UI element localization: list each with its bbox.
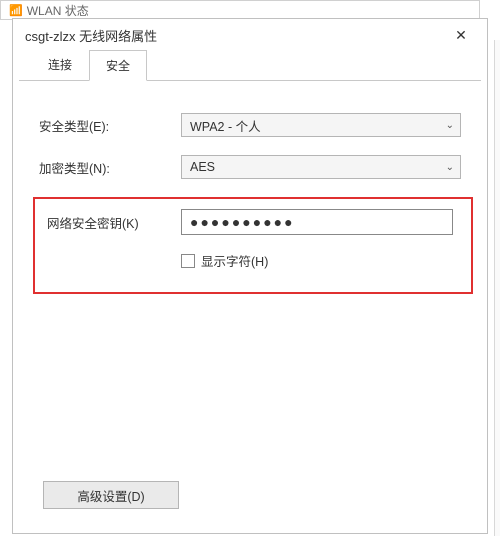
tab-strip: 连接 安全 bbox=[19, 51, 481, 81]
advanced-settings-button[interactable]: 高级设置(D) bbox=[43, 481, 179, 509]
right-margin bbox=[494, 40, 500, 536]
label-encryption-type: 加密类型(N): bbox=[39, 158, 181, 177]
parent-window-titlebar: 📶 WLAN 状态 bbox=[0, 0, 480, 20]
chevron-down-icon: ⌄ bbox=[446, 120, 454, 131]
parent-window-title: WLAN 状态 bbox=[27, 2, 89, 19]
tab-security[interactable]: 安全 bbox=[89, 50, 147, 81]
row-encryption-type: 加密类型(N): AES ⌄ bbox=[39, 155, 461, 179]
close-icon: ✕ bbox=[455, 27, 467, 44]
tab-content: 安全类型(E): WPA2 - 个人 ⌄ 加密类型(N): AES ⌄ 网络安全… bbox=[13, 81, 487, 304]
dropdown-value: WPA2 - 个人 bbox=[190, 116, 261, 135]
properties-dialog: csgt-zlzx 无线网络属性 ✕ 连接 安全 安全类型(E): WPA2 -… bbox=[12, 18, 488, 534]
input-network-key[interactable]: ●●●●●●●●●● bbox=[181, 209, 453, 235]
dialog-titlebar: csgt-zlzx 无线网络属性 ✕ bbox=[13, 19, 487, 51]
dialog-title: csgt-zlzx 无线网络属性 bbox=[25, 26, 157, 45]
close-button[interactable]: ✕ bbox=[443, 21, 479, 49]
row-security-type: 安全类型(E): WPA2 - 个人 ⌄ bbox=[39, 113, 461, 137]
label-network-key: 网络安全密钥(K) bbox=[47, 213, 181, 232]
highlighted-area: 网络安全密钥(K) ●●●●●●●●●● 显示字符(H) bbox=[33, 197, 473, 294]
chevron-down-icon: ⌄ bbox=[446, 162, 454, 173]
dropdown-encryption-type[interactable]: AES ⌄ bbox=[181, 155, 461, 179]
row-show-chars: 显示字符(H) bbox=[181, 251, 453, 270]
label-show-chars: 显示字符(H) bbox=[201, 251, 268, 270]
label-security-type: 安全类型(E): bbox=[39, 116, 181, 135]
tab-connection[interactable]: 连接 bbox=[31, 49, 89, 80]
dropdown-value: AES bbox=[190, 160, 215, 174]
dropdown-security-type[interactable]: WPA2 - 个人 ⌄ bbox=[181, 113, 461, 137]
checkbox-show-chars[interactable] bbox=[181, 254, 195, 268]
signal-icon: 📶 bbox=[9, 4, 23, 17]
row-network-key: 网络安全密钥(K) ●●●●●●●●●● bbox=[47, 209, 453, 235]
